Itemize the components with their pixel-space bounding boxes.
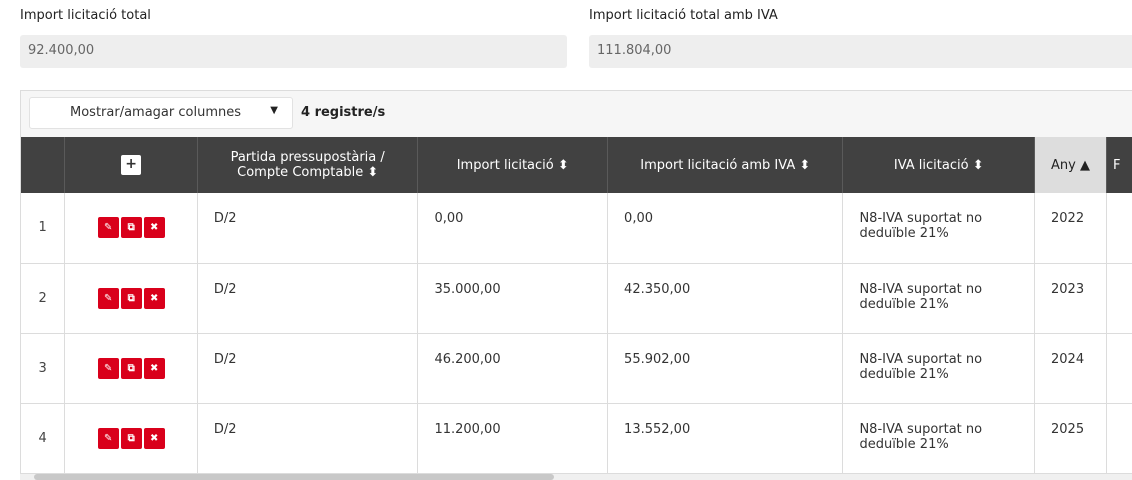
- cell-iva: N8-IVA suportat no deduïble 21%: [842, 333, 1036, 404]
- delete-icon[interactable]: ✖: [143, 217, 165, 239]
- header-add: +: [64, 137, 198, 193]
- cell-partida: D/2: [197, 333, 419, 404]
- table-row: 1 ✎ ⧉ ✖ D/2 0,00 0,00 N8-IVA suportat no d…: [21, 193, 1132, 264]
- columns-dropdown-label: Mostrar/amagar columnes: [70, 105, 241, 120]
- row-actions: ✎ ⧉ ✖: [64, 403, 198, 474]
- import-total-field[interactable]: 92.400,00: [20, 35, 567, 68]
- copy-icon[interactable]: ⧉: [120, 217, 142, 239]
- cell-import-iva: 13.552,00: [607, 403, 844, 474]
- header-next[interactable]: F: [1106, 137, 1132, 193]
- delete-icon[interactable]: ✖: [143, 357, 165, 379]
- columns-dropdown[interactable]: Mostrar/amagar columnes ▼: [29, 97, 293, 129]
- row-actions: ✎ ⧉ ✖: [64, 193, 198, 264]
- cell-next: [1106, 193, 1132, 264]
- cell-iva: N8-IVA suportat no deduïble 21%: [842, 403, 1036, 474]
- cell-import: 46.200,00: [417, 333, 609, 404]
- cell-iva: N8-IVA suportat no deduïble 21%: [842, 263, 1036, 334]
- cell-any: 2024: [1034, 333, 1107, 404]
- copy-icon[interactable]: ⧉: [120, 427, 142, 449]
- header-import[interactable]: Import licitació ⬍: [417, 137, 609, 193]
- row-actions: ✎ ⧉ ✖: [64, 333, 198, 404]
- edit-icon[interactable]: ✎: [97, 287, 119, 309]
- cell-any: 2025: [1034, 403, 1107, 474]
- table-row: 2 ✎ ⧉ ✖ D/2 35.000,00 42.350,00 N8-IVA sup…: [21, 263, 1132, 334]
- import-total-iva-label: Import licitació total amb IVA: [589, 8, 778, 23]
- copy-icon[interactable]: ⧉: [120, 287, 142, 309]
- edit-icon[interactable]: ✎: [97, 427, 119, 449]
- delete-icon[interactable]: ✖: [143, 427, 165, 449]
- cell-next: [1106, 403, 1132, 474]
- header-index: [21, 137, 66, 193]
- row-index: 3: [21, 333, 66, 404]
- delete-icon[interactable]: ✖: [143, 287, 165, 309]
- cell-any: 2022: [1034, 193, 1107, 264]
- row-actions: ✎ ⧉ ✖: [64, 263, 198, 334]
- cell-next: [1106, 333, 1132, 404]
- header-iva[interactable]: IVA licitació ⬍: [842, 137, 1036, 193]
- records-count: 4 registre/s: [301, 105, 386, 120]
- partidas-table: + Partida pressupostària / Compte Compta…: [21, 137, 1132, 474]
- table-row: 3 ✎ ⧉ ✖ D/2 46.200,00 55.902,00 N8-IVA sup…: [21, 333, 1132, 404]
- edit-icon[interactable]: ✎: [97, 357, 119, 379]
- cell-import: 11.200,00: [417, 403, 609, 474]
- table-header-row: + Partida pressupostària / Compte Compta…: [21, 137, 1132, 193]
- header-import-iva[interactable]: Import licitació amb IVA ⬍: [607, 137, 844, 193]
- header-partida[interactable]: Partida pressupostària / Compte Comptabl…: [197, 137, 419, 193]
- import-total-iva-field[interactable]: 111.804,00: [589, 35, 1132, 68]
- row-index: 4: [21, 403, 66, 474]
- cell-partida: D/2: [197, 263, 419, 334]
- cell-import: 35.000,00: [417, 263, 609, 334]
- cell-any: 2023: [1034, 263, 1107, 334]
- cell-import-iva: 0,00: [607, 193, 844, 264]
- row-index: 2: [21, 263, 66, 334]
- cell-partida: D/2: [197, 193, 419, 264]
- cell-partida: D/2: [197, 403, 419, 474]
- horizontal-scrollbar[interactable]: [20, 474, 1132, 480]
- cell-next: [1106, 263, 1132, 334]
- scrollbar-thumb[interactable]: [34, 474, 554, 480]
- add-row-button[interactable]: +: [121, 155, 142, 175]
- table-row: 4 ✎ ⧉ ✖ D/2 11.200,00 13.552,00 N8-IVA sup…: [21, 403, 1132, 474]
- table-panel: Mostrar/amagar columnes ▼ 4 registre/s +…: [20, 90, 1132, 480]
- copy-icon[interactable]: ⧉: [120, 357, 142, 379]
- header-any[interactable]: Any ▲: [1034, 137, 1107, 193]
- cell-import-iva: 42.350,00: [607, 263, 844, 334]
- import-total-label: Import licitació total: [20, 8, 151, 23]
- cell-import: 0,00: [417, 193, 609, 264]
- caret-down-icon: ▼: [270, 105, 278, 116]
- cell-import-iva: 55.902,00: [607, 333, 844, 404]
- cell-iva: N8-IVA suportat no deduïble 21%: [842, 193, 1036, 264]
- edit-icon[interactable]: ✎: [97, 217, 119, 239]
- row-index: 1: [21, 193, 66, 264]
